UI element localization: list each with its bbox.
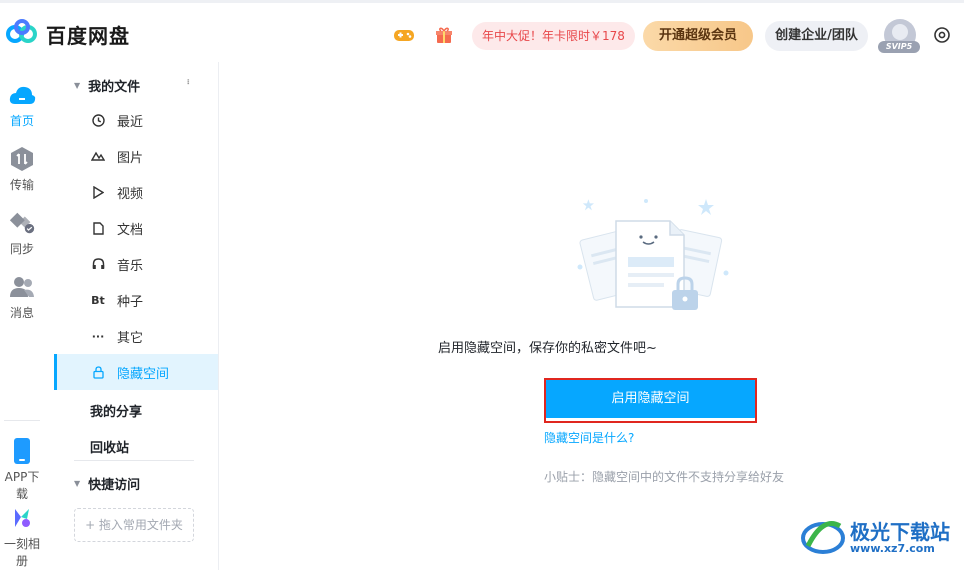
rail-label: 首页 xyxy=(9,114,34,128)
clock-icon xyxy=(90,112,106,128)
tip-text: 小贴士：隐藏空间中的文件不支持分享给好友 xyxy=(544,470,785,484)
rail-label: 同步 xyxy=(9,242,34,256)
album-icon xyxy=(8,505,36,531)
nav-label: 图片 xyxy=(117,150,144,166)
rail-item-sync[interactable]: 同步 xyxy=(0,210,44,257)
rail-label: 传输 xyxy=(9,178,34,192)
message-icon xyxy=(8,274,36,300)
gamepad-icon[interactable] xyxy=(392,23,416,47)
nav-label: 视频 xyxy=(117,186,144,202)
watermark-logo-icon xyxy=(800,516,846,560)
sidebar-item-hidden-space[interactable]: 隐藏空间 xyxy=(54,354,218,390)
left-rail: 首页 传输 同步 消息 APP下载 一刻相册 xyxy=(0,62,44,570)
app-name: 百度网盘 xyxy=(46,23,130,48)
rail-label: 一刻相册 xyxy=(3,537,40,568)
rail-item-app-download[interactable]: APP下载 xyxy=(0,438,44,502)
avatar-head xyxy=(892,24,908,40)
vip-button[interactable]: 开通超级会员 xyxy=(643,21,753,51)
rail-item-transfer[interactable]: 传输 xyxy=(0,146,44,193)
rail-item-message[interactable]: 消息 xyxy=(0,274,44,321)
collapse-triangle-icon: ▼ xyxy=(74,81,81,90)
watermark-title: 极光下载站 xyxy=(850,519,950,544)
watermark: 极光下载站 www.xz7.com xyxy=(800,516,950,560)
empty-state-message: 启用隐藏空间，保存你的私密文件吧~ xyxy=(438,341,657,356)
sidebar-item-recent[interactable]: 最近 xyxy=(54,102,218,138)
sidebar-item-recycle-bin[interactable]: 回收站 xyxy=(90,437,129,456)
lock-icon xyxy=(90,364,106,380)
my-files-header[interactable]: ▼ 我的文件 xyxy=(74,76,140,95)
sidebar-item-music[interactable]: 音乐 xyxy=(54,246,218,282)
top-bar: 百度网盘 年中大促！年卡限时￥178 开通超级会员 创建企业/团队 SVIP5 xyxy=(0,0,964,62)
rail-item-album[interactable]: 一刻相册 xyxy=(0,505,44,569)
headphones-icon xyxy=(90,256,106,272)
baidu-netdisk-logo-icon xyxy=(6,19,38,49)
nav-label: 音乐 xyxy=(117,258,144,274)
file-sidebar: ▼ 我的文件 ··· 最近 图片 视频 文档 音乐 Bt 种子 ··· 其它 隐… xyxy=(54,62,219,570)
rail-divider xyxy=(4,420,40,421)
enterprise-button[interactable]: 创建企业/团队 xyxy=(765,21,868,51)
sidebar-item-my-share[interactable]: 我的分享 xyxy=(90,401,142,420)
cloud-home-icon xyxy=(8,82,36,108)
rail-item-home[interactable]: 首页 xyxy=(0,82,44,129)
quick-access-header[interactable]: ▼ 快捷访问 xyxy=(74,474,140,493)
sidebar-item-torrents[interactable]: Bt 种子 xyxy=(54,282,218,318)
more-options-icon[interactable]: ··· xyxy=(181,78,195,83)
phone-icon xyxy=(8,438,36,464)
nav-label: 最近 xyxy=(117,114,144,130)
section-label: 我的文件 xyxy=(88,80,141,95)
sync-icon xyxy=(8,210,36,236)
play-icon xyxy=(90,184,106,200)
gift-icon[interactable] xyxy=(432,23,456,47)
rail-label: 消息 xyxy=(9,306,34,320)
what-is-hidden-space-link[interactable]: 隐藏空间是什么? xyxy=(544,429,634,446)
transfer-icon xyxy=(8,146,36,172)
highlight-box xyxy=(544,378,757,423)
settings-icon[interactable] xyxy=(933,26,951,48)
svip-badge: SVIP5 xyxy=(878,41,920,53)
nav-label: 种子 xyxy=(117,294,144,310)
image-icon xyxy=(90,148,106,164)
document-icon xyxy=(90,220,106,236)
collapse-triangle-icon: ▼ xyxy=(74,479,81,488)
nav-label: 文档 xyxy=(117,222,144,238)
promo-banner[interactable]: 年中大促！年卡限时￥178 xyxy=(472,22,635,50)
rail-label: APP下载 xyxy=(4,470,40,501)
hidden-space-illustration xyxy=(566,195,736,319)
section-label: 快捷访问 xyxy=(88,478,141,493)
app-logo[interactable]: 百度网盘 xyxy=(6,19,130,49)
sidebar-item-documents[interactable]: 文档 xyxy=(54,210,218,246)
sidebar-divider xyxy=(74,460,194,461)
quick-access-drop-zone[interactable]: + 拖入常用文件夹 xyxy=(74,508,194,542)
sidebar-item-images[interactable]: 图片 xyxy=(54,138,218,174)
nav-label: 隐藏空间 xyxy=(117,366,170,382)
sidebar-item-videos[interactable]: 视频 xyxy=(54,174,218,210)
bt-icon: Bt xyxy=(91,293,105,307)
